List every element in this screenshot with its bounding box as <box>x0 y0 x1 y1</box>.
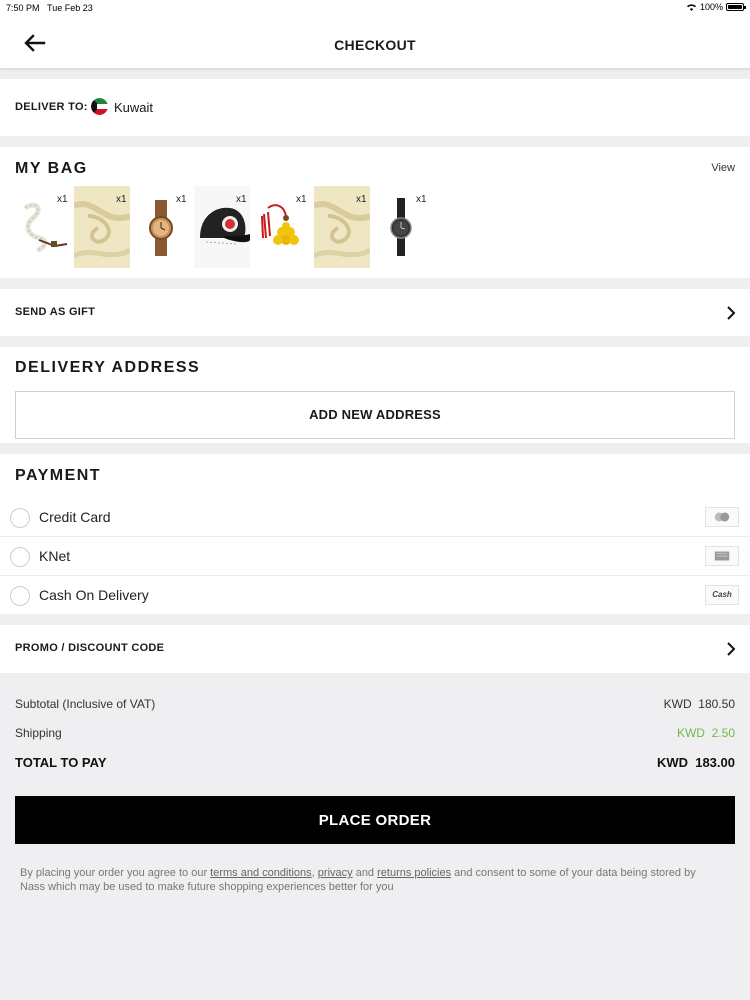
payment-option-credit-card[interactable]: Credit Card <box>0 498 750 537</box>
battery-icon <box>726 3 746 11</box>
payment-section: PAYMENT Credit Card KNet Cash On Deliver… <box>0 454 750 614</box>
page-title: CHECKOUT <box>334 37 416 53</box>
delivery-address-section: DELIVERY ADDRESS ADD NEW ADDRESS <box>0 347 750 443</box>
payment-radio[interactable] <box>10 586 30 606</box>
shipping-row: Shipping KWD 2.50 <box>15 726 735 740</box>
payment-title: PAYMENT <box>15 467 102 484</box>
bag-item[interactable]: x1 <box>74 186 130 268</box>
payment-radio[interactable] <box>10 547 30 567</box>
subtotal-row: Subtotal (Inclusive of VAT) KWD 180.50 <box>15 697 735 711</box>
status-time: 7:50 PM Tue Feb 23 <box>6 3 93 13</box>
deliver-to-label: DELIVER TO: <box>15 101 88 113</box>
terms-notice: By placing your order you agree to our t… <box>20 866 720 894</box>
status-right: 100% <box>686 2 746 12</box>
shipping-value: KWD 2.50 <box>676 726 735 740</box>
total-label: TOTAL TO PAY <box>15 755 107 770</box>
status-bar: 7:50 PM Tue Feb 23 100% <box>0 0 750 16</box>
total-value: KWD 183.00 <box>656 755 735 770</box>
returns-policies-link[interactable]: returns policies <box>377 867 451 879</box>
bag-item-qty: x1 <box>296 194 307 205</box>
chevron-right-icon <box>727 642 736 656</box>
cash-icon: Cash <box>705 585 739 605</box>
promo-code-label: PROMO / DISCOUNT CODE <box>15 642 165 654</box>
privacy-link[interactable]: privacy <box>318 867 353 879</box>
shipping-label: Shipping <box>15 726 62 740</box>
bag-item-qty: x1 <box>176 194 187 205</box>
payment-option-label: Cash On Delivery <box>39 587 149 603</box>
bag-item[interactable]: x1 <box>15 186 71 268</box>
kuwait-flag-icon <box>91 98 108 115</box>
nav-bar: CHECKOUT <box>0 16 750 69</box>
place-order-button[interactable]: PLACE ORDER <box>15 796 735 844</box>
bag-item[interactable]: x1 <box>194 186 250 268</box>
subtotal-value: KWD 180.50 <box>663 697 735 711</box>
terms-prefix: By placing your order you agree to our <box>20 867 211 879</box>
my-bag-title: MY BAG <box>15 160 88 177</box>
bag-item[interactable]: x1 <box>134 186 190 268</box>
terms-and: and <box>352 867 378 879</box>
bag-item-qty: x1 <box>356 194 367 205</box>
bag-item-qty: x1 <box>116 194 127 205</box>
delivery-address-title: DELIVERY ADDRESS <box>15 359 201 376</box>
payment-option-label: KNet <box>39 548 71 564</box>
payment-radio[interactable] <box>10 508 30 528</box>
payment-option-knet[interactable]: KNet <box>0 537 750 576</box>
bag-item-qty: x1 <box>416 194 427 205</box>
send-as-gift-label: SEND AS GIFT <box>15 306 96 318</box>
promo-code-row[interactable]: PROMO / DISCOUNT CODE <box>0 625 750 673</box>
add-new-address-button[interactable]: ADD NEW ADDRESS <box>15 391 735 439</box>
bag-item-qty: x1 <box>57 194 68 205</box>
send-as-gift-row[interactable]: SEND AS GIFT <box>0 289 750 336</box>
my-bag-section: MY BAG View x1 x1 x1 x1 x1 x1 x1 <box>0 147 750 278</box>
subtotal-label: Subtotal (Inclusive of VAT) <box>15 697 156 711</box>
bag-item[interactable]: x1 <box>254 186 310 268</box>
total-row: TOTAL TO PAY KWD 183.00 <box>15 755 735 770</box>
payment-option-label: Credit Card <box>39 509 111 525</box>
deliver-to-section[interactable]: DELIVER TO: Kuwait <box>0 79 750 136</box>
knet-icon <box>705 546 739 566</box>
bag-item[interactable]: x1 <box>374 186 430 268</box>
battery-percent: 100% <box>699 2 723 12</box>
bag-item-qty: x1 <box>236 194 247 205</box>
chevron-right-icon <box>727 306 736 320</box>
deliver-country: Kuwait <box>114 100 154 115</box>
credit-card-icon <box>705 507 739 527</box>
bag-item[interactable]: x1 <box>314 186 370 268</box>
wifi-icon <box>686 4 696 11</box>
payment-option-cash-on-delivery[interactable]: Cash On Delivery Cash <box>0 576 750 615</box>
view-bag-link[interactable]: View <box>711 162 735 174</box>
terms-and-conditions-link[interactable]: terms and conditions <box>210 867 312 879</box>
